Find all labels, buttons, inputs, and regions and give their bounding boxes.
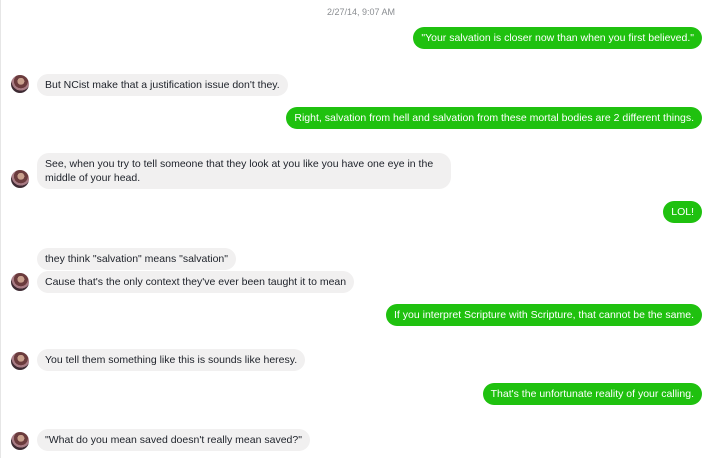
message-bubble-outgoing[interactable]: "Your salvation is closer now than when … xyxy=(413,27,702,49)
message-bubble-outgoing[interactable]: If you interpret Scripture with Scriptur… xyxy=(386,304,702,326)
message-bubble-incoming[interactable]: Cause that's the only context they've ev… xyxy=(37,271,355,293)
message-thread: 2/27/14, 9:07 AM "Your salvation is clos… xyxy=(0,0,720,458)
contact-avatar-icon[interactable] xyxy=(11,352,29,370)
message-bubble-outgoing[interactable]: That's the unfortunate reality of your c… xyxy=(482,383,702,405)
message-bubble-outgoing[interactable]: LOL! xyxy=(663,201,702,223)
message-bubble-incoming[interactable]: You tell them something like this is sou… xyxy=(37,349,306,371)
message-bubble-outgoing[interactable]: Right, salvation from hell and salvation… xyxy=(286,107,702,129)
contact-avatar-icon[interactable] xyxy=(11,75,29,93)
contact-avatar-icon[interactable] xyxy=(11,432,29,450)
contact-avatar-icon[interactable] xyxy=(11,170,29,188)
message-bubble-incoming[interactable]: "What do you mean saved doesn't really m… xyxy=(37,429,310,451)
message-bubble-incoming[interactable]: But NCist make that a justification issu… xyxy=(37,74,288,96)
contact-avatar-icon[interactable] xyxy=(11,273,29,291)
timestamp: 2/27/14, 9:07 AM xyxy=(326,7,396,17)
message-bubble-incoming[interactable]: they think "salvation" means "salvation" xyxy=(37,248,237,270)
message-bubble-incoming[interactable]: See, when you try to tell someone that t… xyxy=(37,153,451,189)
